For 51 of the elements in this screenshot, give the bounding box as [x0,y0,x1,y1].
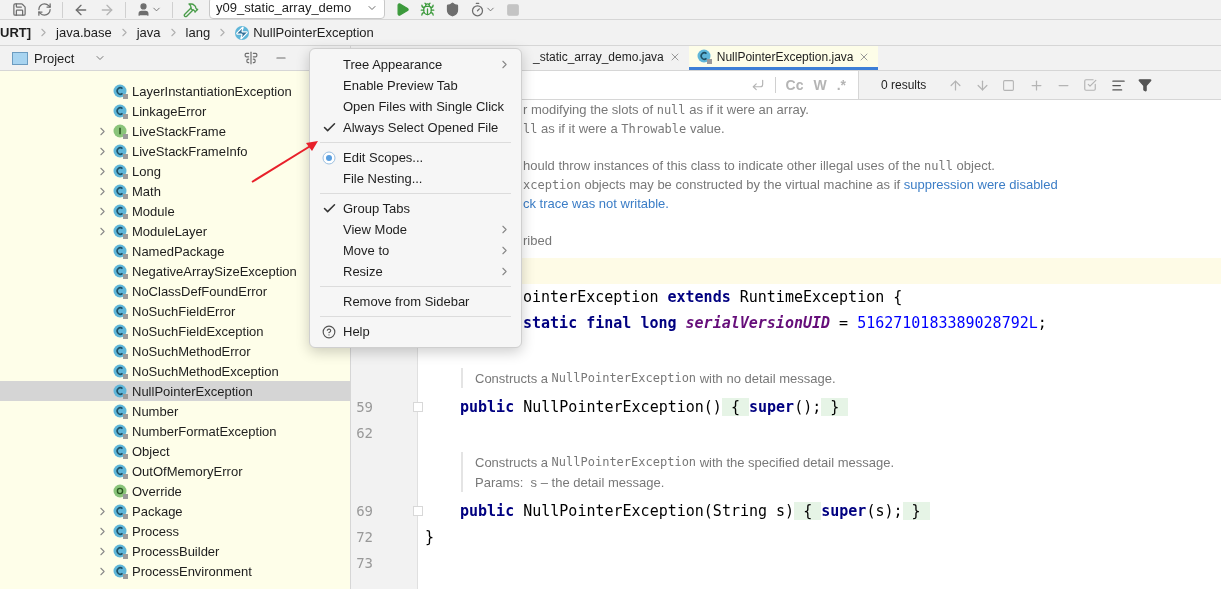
tree-item[interactable]: Override [0,481,350,501]
menu-item[interactable]: Open Files with Single Click [310,96,521,117]
doc-comment-line: xception objects may be constructed by the virtual machine as if suppression were disabled [523,177,1058,192]
line-number: 69 [355,503,373,519]
tree-item[interactable]: ProcessEnvironment [0,561,350,581]
code-line: public NullPointerException(String s) { super(s); } [460,502,930,520]
menu-item[interactable]: Remove from Sidebar [310,291,521,312]
code-line: static final long serialVersionUID = 5162710183389028792L; [523,314,1047,332]
code-line: public NullPointerException() { super(); } [460,398,849,416]
tree-item[interactable]: NumberFormatException [0,421,350,441]
doc-comment-line: Params: s – the detail message. [461,472,665,492]
doc-comment-line: Constructs a NullPointerException with no detail message. [461,368,836,388]
line-number: 73 [355,555,373,571]
editor-tab[interactable]: _static_array_demo.java [525,46,689,70]
doc-comment-line: ribed [523,233,552,248]
results-count: 0 results [881,78,927,92]
breadcrumb[interactable]: java.base [56,25,112,40]
tree-item[interactable]: Process [0,521,350,541]
menu-item[interactable]: File Nesting... [310,168,521,189]
tree-item[interactable]: NoSuchMethodError [0,341,350,361]
menu-item[interactable]: Always Select Opened File [310,117,521,138]
tree-item[interactable]: Number [0,401,350,421]
menu-item[interactable]: Move to [310,240,521,261]
tree-item[interactable]: Object [0,441,350,461]
menu-item[interactable]: Edit Scopes... [310,147,521,168]
menu-item[interactable]: View Mode [310,219,521,240]
run-config-dropdown[interactable]: y09_static_array_demo [209,0,385,19]
menu-item[interactable]: Group Tabs [310,198,521,219]
menu-item[interactable]: Help [310,321,521,342]
code-line: } [425,528,435,546]
code-line: ointerException extends RuntimeException { [523,288,903,306]
editor-tab[interactable]: NullPointerException.java [688,46,879,70]
doc-comment-line: ll as if it were a Throwable value. [523,121,725,136]
tree-item[interactable]: NullPointerException [0,381,350,401]
menu-item[interactable]: Resize [310,261,521,282]
breadcrumb[interactable]: java [136,25,161,40]
line-number: 62 [355,425,373,441]
breadcrumb[interactable]: URT] [0,25,32,40]
tree-item[interactable]: ProcessBuilder [0,541,350,561]
breadcrumb[interactable]: NullPointerException [235,25,374,40]
tree-item[interactable]: Package [0,501,350,521]
line-number: 72 [355,529,373,545]
breadcrumb[interactable]: lang [185,25,211,40]
project-view-selector[interactable]: Project [12,50,107,66]
doc-comment-line: ck trace was not writable. [523,196,669,211]
tree-item[interactable]: NoSuchMethodException [0,361,350,381]
tree-item[interactable]: OutOfMemoryError [0,461,350,481]
line-number: 59 [355,399,373,415]
doc-comment-line: hould throw instances of this class to indicate other illegal uses of the null object. [523,158,995,173]
doc-comment-line: Constructs a NullPointerException with the specified detail message. [461,452,895,472]
doc-comment-line: r modifying the slots of null as if it were an array. [523,102,809,117]
